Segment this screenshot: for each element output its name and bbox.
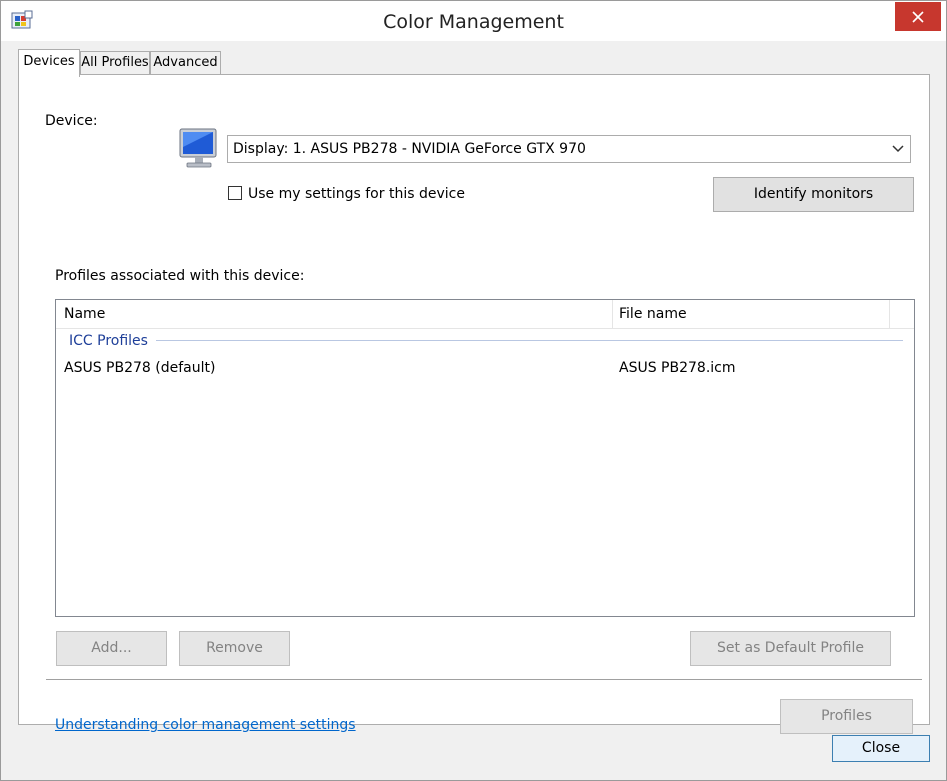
profiles-list-header: Name File name (56, 300, 914, 329)
use-my-settings-label[interactable]: Use my settings for this device (248, 186, 465, 202)
column-header-file-name[interactable]: File name (619, 306, 687, 322)
remove-button[interactable]: Remove (179, 631, 290, 666)
column-separator[interactable] (889, 300, 890, 328)
column-separator[interactable] (612, 300, 613, 328)
profiles-button[interactable]: Profiles (780, 699, 913, 734)
tab-advanced[interactable]: Advanced (150, 51, 221, 74)
group-divider (156, 340, 903, 341)
profiles-list[interactable]: Name File name ICC Profiles ASUS PB278 (… (55, 299, 915, 617)
profile-name-cell: ASUS PB278 (default) (64, 360, 216, 376)
monitor-icon (179, 128, 217, 168)
device-dropdown-value: Display: 1. ASUS PB278 - NVIDIA GeForce … (233, 141, 586, 157)
group-header-icc-profiles: ICC Profiles (69, 333, 148, 349)
tab-all-profiles[interactable]: All Profiles (80, 51, 150, 74)
tab-devices[interactable]: Devices (18, 49, 80, 77)
close-button[interactable]: Close (832, 735, 930, 762)
set-default-profile-button[interactable]: Set as Default Profile (690, 631, 891, 666)
close-icon (912, 10, 924, 23)
device-label: Device: (45, 113, 98, 129)
devices-tab-panel: Device: Display: 1. ASUS PB278 - NVIDIA … (18, 74, 930, 734)
separator-line (46, 679, 922, 680)
color-management-window: Color Management Devices All Profiles Ad… (0, 0, 947, 781)
column-header-name[interactable]: Name (64, 306, 105, 322)
window-title: Color Management (383, 11, 564, 33)
title-bar[interactable]: Color Management (1, 1, 946, 41)
understanding-color-management-link[interactable]: Understanding color management settings (55, 717, 356, 733)
window-close-button[interactable] (895, 2, 941, 31)
device-dropdown[interactable]: Display: 1. ASUS PB278 - NVIDIA GeForce … (227, 135, 911, 163)
profiles-associated-label: Profiles associated with this device: (55, 268, 305, 284)
add-button[interactable]: Add... (56, 631, 167, 666)
identify-monitors-button[interactable]: Identify monitors (713, 177, 914, 212)
profile-file-cell: ASUS PB278.icm (619, 360, 736, 376)
use-my-settings-checkbox[interactable] (228, 186, 242, 200)
dialog-client-area: Devices All Profiles Advanced Device: Di… (9, 41, 938, 772)
chevron-down-icon (892, 145, 904, 153)
